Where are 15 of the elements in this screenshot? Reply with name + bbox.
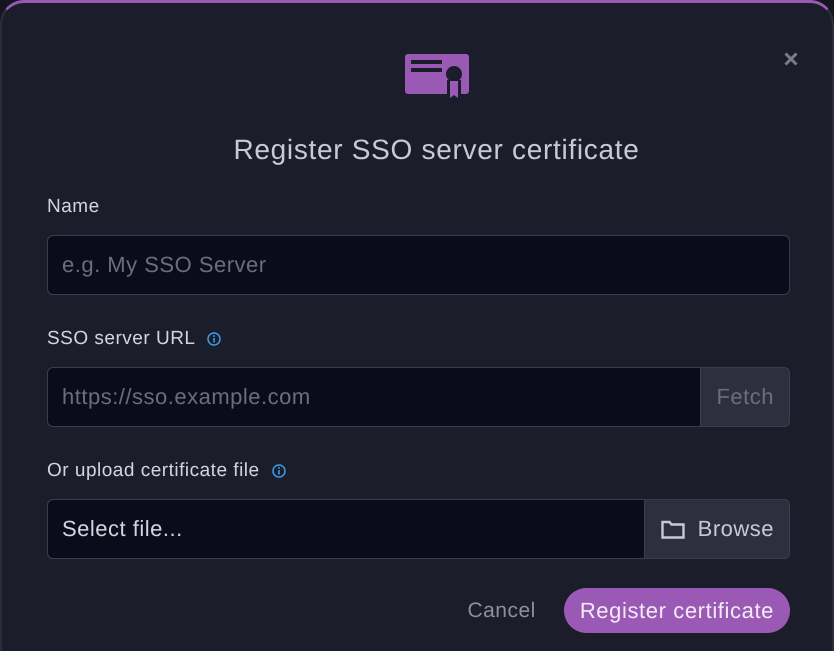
field-label: SSO server URL [47, 327, 196, 351]
close-icon[interactable] [784, 52, 798, 66]
field-label: Name [47, 195, 100, 219]
register-button[interactable]: Register certificate [564, 588, 790, 633]
name-input[interactable]: e.g. My SSO Server [47, 235, 790, 295]
url-input[interactable]: https://sso.example.com [47, 367, 702, 427]
file-field[interactable]: Select file... [47, 499, 645, 559]
dialog-title: Register SSO server certificate [233, 133, 640, 167]
certificate-icon [404, 54, 468, 98]
field-label: Or upload certificate file [47, 459, 260, 483]
folder-icon [660, 520, 685, 538]
info-icon[interactable] [272, 464, 286, 478]
cancel-button[interactable]: Cancel [467, 598, 536, 622]
browse-button[interactable]: Browse [644, 499, 790, 559]
info-icon[interactable] [207, 332, 222, 346]
